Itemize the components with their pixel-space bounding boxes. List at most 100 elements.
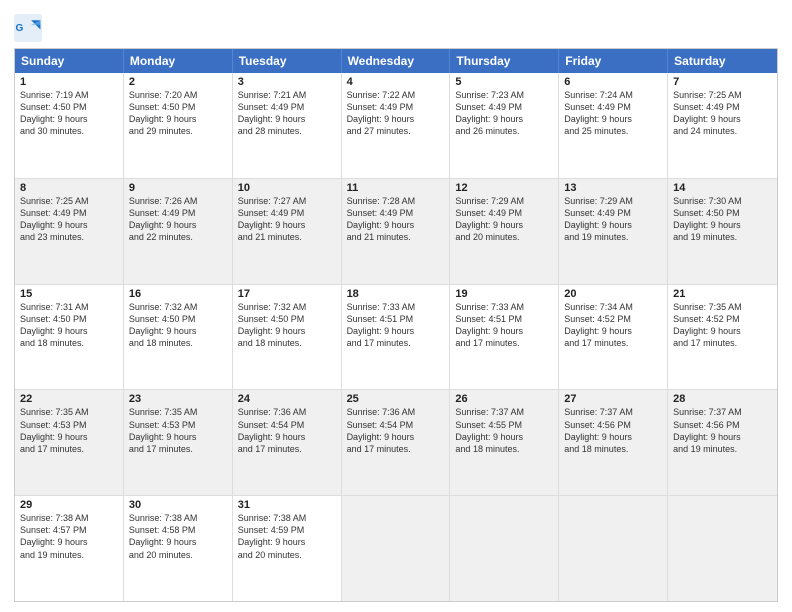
day-number: 22	[20, 393, 118, 405]
empty-cell-4-5	[559, 496, 668, 601]
day-number: 28	[673, 393, 772, 405]
day-number: 1	[20, 76, 118, 88]
day-number: 29	[20, 499, 118, 511]
day-cell-17: 17Sunrise: 7:32 AMSunset: 4:50 PMDayligh…	[233, 285, 342, 390]
cell-info: Sunrise: 7:24 AMSunset: 4:49 PMDaylight:…	[564, 89, 662, 138]
empty-cell-4-3	[342, 496, 451, 601]
day-number: 20	[564, 288, 662, 300]
day-number: 13	[564, 182, 662, 194]
day-number: 21	[673, 288, 772, 300]
cell-info: Sunrise: 7:26 AMSunset: 4:49 PMDaylight:…	[129, 195, 227, 244]
day-cell-14: 14Sunrise: 7:30 AMSunset: 4:50 PMDayligh…	[668, 179, 777, 284]
day-number: 10	[238, 182, 336, 194]
cell-info: Sunrise: 7:27 AMSunset: 4:49 PMDaylight:…	[238, 195, 336, 244]
day-cell-24: 24Sunrise: 7:36 AMSunset: 4:54 PMDayligh…	[233, 390, 342, 495]
cell-info: Sunrise: 7:20 AMSunset: 4:50 PMDaylight:…	[129, 89, 227, 138]
day-cell-21: 21Sunrise: 7:35 AMSunset: 4:52 PMDayligh…	[668, 285, 777, 390]
day-cell-11: 11Sunrise: 7:28 AMSunset: 4:49 PMDayligh…	[342, 179, 451, 284]
day-number: 23	[129, 393, 227, 405]
day-cell-13: 13Sunrise: 7:29 AMSunset: 4:49 PMDayligh…	[559, 179, 668, 284]
header-day-wednesday: Wednesday	[342, 49, 451, 73]
cell-info: Sunrise: 7:37 AMSunset: 4:56 PMDaylight:…	[564, 406, 662, 455]
day-cell-8: 8Sunrise: 7:25 AMSunset: 4:49 PMDaylight…	[15, 179, 124, 284]
day-number: 6	[564, 76, 662, 88]
header: G	[14, 10, 778, 42]
day-cell-15: 15Sunrise: 7:31 AMSunset: 4:50 PMDayligh…	[15, 285, 124, 390]
cell-info: Sunrise: 7:29 AMSunset: 4:49 PMDaylight:…	[455, 195, 553, 244]
day-number: 12	[455, 182, 553, 194]
day-number: 8	[20, 182, 118, 194]
header-day-saturday: Saturday	[668, 49, 777, 73]
day-number: 14	[673, 182, 772, 194]
cell-info: Sunrise: 7:22 AMSunset: 4:49 PMDaylight:…	[347, 89, 445, 138]
day-cell-20: 20Sunrise: 7:34 AMSunset: 4:52 PMDayligh…	[559, 285, 668, 390]
day-cell-26: 26Sunrise: 7:37 AMSunset: 4:55 PMDayligh…	[450, 390, 559, 495]
day-number: 26	[455, 393, 553, 405]
day-cell-2: 2Sunrise: 7:20 AMSunset: 4:50 PMDaylight…	[124, 73, 233, 178]
calendar-body: 1Sunrise: 7:19 AMSunset: 4:50 PMDaylight…	[15, 73, 777, 601]
cell-info: Sunrise: 7:38 AMSunset: 4:57 PMDaylight:…	[20, 512, 118, 561]
cell-info: Sunrise: 7:35 AMSunset: 4:52 PMDaylight:…	[673, 301, 772, 350]
logo-icon: G	[14, 14, 42, 42]
header-day-tuesday: Tuesday	[233, 49, 342, 73]
day-number: 11	[347, 182, 445, 194]
day-cell-30: 30Sunrise: 7:38 AMSunset: 4:58 PMDayligh…	[124, 496, 233, 601]
cell-info: Sunrise: 7:35 AMSunset: 4:53 PMDaylight:…	[20, 406, 118, 455]
cell-info: Sunrise: 7:23 AMSunset: 4:49 PMDaylight:…	[455, 89, 553, 138]
day-cell-28: 28Sunrise: 7:37 AMSunset: 4:56 PMDayligh…	[668, 390, 777, 495]
cell-info: Sunrise: 7:32 AMSunset: 4:50 PMDaylight:…	[129, 301, 227, 350]
day-number: 7	[673, 76, 772, 88]
header-day-sunday: Sunday	[15, 49, 124, 73]
calendar-row-4: 29Sunrise: 7:38 AMSunset: 4:57 PMDayligh…	[15, 495, 777, 601]
day-cell-10: 10Sunrise: 7:27 AMSunset: 4:49 PMDayligh…	[233, 179, 342, 284]
day-cell-31: 31Sunrise: 7:38 AMSunset: 4:59 PMDayligh…	[233, 496, 342, 601]
cell-info: Sunrise: 7:32 AMSunset: 4:50 PMDaylight:…	[238, 301, 336, 350]
svg-text:G: G	[16, 23, 24, 34]
day-number: 17	[238, 288, 336, 300]
day-number: 19	[455, 288, 553, 300]
day-number: 18	[347, 288, 445, 300]
day-cell-3: 3Sunrise: 7:21 AMSunset: 4:49 PMDaylight…	[233, 73, 342, 178]
day-number: 3	[238, 76, 336, 88]
day-number: 5	[455, 76, 553, 88]
calendar-row-0: 1Sunrise: 7:19 AMSunset: 4:50 PMDaylight…	[15, 73, 777, 178]
cell-info: Sunrise: 7:21 AMSunset: 4:49 PMDaylight:…	[238, 89, 336, 138]
day-number: 16	[129, 288, 227, 300]
header-day-thursday: Thursday	[450, 49, 559, 73]
cell-info: Sunrise: 7:35 AMSunset: 4:53 PMDaylight:…	[129, 406, 227, 455]
cell-info: Sunrise: 7:38 AMSunset: 4:59 PMDaylight:…	[238, 512, 336, 561]
day-cell-25: 25Sunrise: 7:36 AMSunset: 4:54 PMDayligh…	[342, 390, 451, 495]
day-number: 30	[129, 499, 227, 511]
day-cell-6: 6Sunrise: 7:24 AMSunset: 4:49 PMDaylight…	[559, 73, 668, 178]
day-cell-1: 1Sunrise: 7:19 AMSunset: 4:50 PMDaylight…	[15, 73, 124, 178]
day-cell-27: 27Sunrise: 7:37 AMSunset: 4:56 PMDayligh…	[559, 390, 668, 495]
day-number: 31	[238, 499, 336, 511]
calendar-row-2: 15Sunrise: 7:31 AMSunset: 4:50 PMDayligh…	[15, 284, 777, 390]
cell-info: Sunrise: 7:33 AMSunset: 4:51 PMDaylight:…	[347, 301, 445, 350]
cell-info: Sunrise: 7:34 AMSunset: 4:52 PMDaylight:…	[564, 301, 662, 350]
cell-info: Sunrise: 7:19 AMSunset: 4:50 PMDaylight:…	[20, 89, 118, 138]
day-cell-23: 23Sunrise: 7:35 AMSunset: 4:53 PMDayligh…	[124, 390, 233, 495]
day-number: 9	[129, 182, 227, 194]
cell-info: Sunrise: 7:38 AMSunset: 4:58 PMDaylight:…	[129, 512, 227, 561]
cell-info: Sunrise: 7:28 AMSunset: 4:49 PMDaylight:…	[347, 195, 445, 244]
header-day-monday: Monday	[124, 49, 233, 73]
empty-cell-4-6	[668, 496, 777, 601]
empty-cell-4-4	[450, 496, 559, 601]
day-number: 24	[238, 393, 336, 405]
day-cell-5: 5Sunrise: 7:23 AMSunset: 4:49 PMDaylight…	[450, 73, 559, 178]
day-number: 15	[20, 288, 118, 300]
day-number: 2	[129, 76, 227, 88]
header-day-friday: Friday	[559, 49, 668, 73]
cell-info: Sunrise: 7:37 AMSunset: 4:55 PMDaylight:…	[455, 406, 553, 455]
cell-info: Sunrise: 7:33 AMSunset: 4:51 PMDaylight:…	[455, 301, 553, 350]
day-cell-18: 18Sunrise: 7:33 AMSunset: 4:51 PMDayligh…	[342, 285, 451, 390]
day-cell-7: 7Sunrise: 7:25 AMSunset: 4:49 PMDaylight…	[668, 73, 777, 178]
day-cell-9: 9Sunrise: 7:26 AMSunset: 4:49 PMDaylight…	[124, 179, 233, 284]
calendar-row-3: 22Sunrise: 7:35 AMSunset: 4:53 PMDayligh…	[15, 389, 777, 495]
day-number: 27	[564, 393, 662, 405]
cell-info: Sunrise: 7:25 AMSunset: 4:49 PMDaylight:…	[673, 89, 772, 138]
day-cell-22: 22Sunrise: 7:35 AMSunset: 4:53 PMDayligh…	[15, 390, 124, 495]
day-cell-19: 19Sunrise: 7:33 AMSunset: 4:51 PMDayligh…	[450, 285, 559, 390]
cell-info: Sunrise: 7:25 AMSunset: 4:49 PMDaylight:…	[20, 195, 118, 244]
